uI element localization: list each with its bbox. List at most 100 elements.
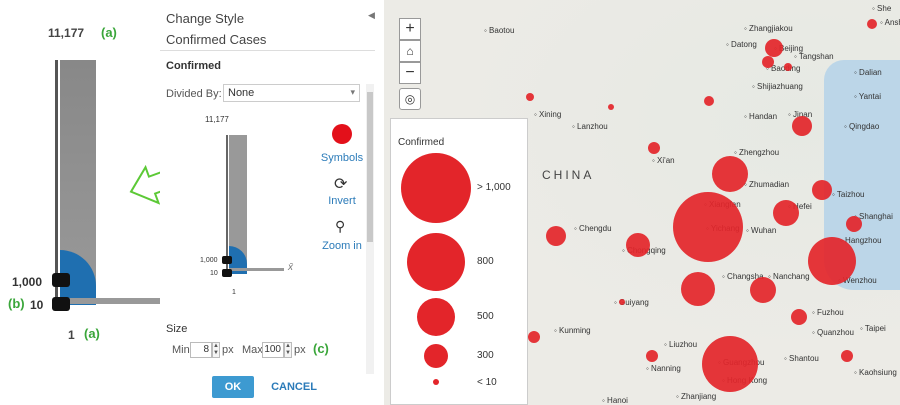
city-label: ◦ Shijiazhuang xyxy=(752,82,803,91)
zoom-axis-line xyxy=(55,60,58,300)
legend-title: Confirmed xyxy=(398,137,445,148)
case-bubble[interactable] xyxy=(846,216,862,232)
scrollbar-thumb[interactable] xyxy=(367,92,373,242)
legend-symbol xyxy=(401,153,471,223)
city-label: ◦ Dalian xyxy=(854,68,882,77)
case-bubble[interactable] xyxy=(750,277,776,303)
city-label: ◦ Xi'an xyxy=(652,156,675,165)
slider-handle-upper[interactable] xyxy=(222,256,232,264)
invert-icon[interactable]: ⟳ xyxy=(334,174,347,194)
slider-axis xyxy=(226,135,228,275)
case-bubble[interactable] xyxy=(704,96,714,106)
case-bubble[interactable] xyxy=(808,237,856,285)
collapse-icon[interactable]: ◀ xyxy=(368,10,375,21)
zoomed-slider-annotation: 11,177 (a) x̄ 1,000 (b) 10 1 (a) xyxy=(0,0,191,405)
zoom-min-marker: (a) xyxy=(84,326,100,341)
zoom-in-button[interactable]: + xyxy=(399,18,421,40)
case-bubble[interactable] xyxy=(812,180,832,200)
case-bubble[interactable] xyxy=(681,272,715,306)
symbols-button[interactable]: Symbols xyxy=(318,152,366,164)
size-label: Size xyxy=(166,323,188,335)
city-label: ◦ Kaohsiung xyxy=(854,368,897,377)
case-bubble[interactable] xyxy=(792,116,812,136)
case-bubble[interactable] xyxy=(648,142,660,154)
case-bubble[interactable] xyxy=(702,336,758,392)
zoom-in-icon[interactable]: ⚲ xyxy=(335,218,345,235)
max-size-label: Max xyxy=(242,344,263,356)
cancel-button[interactable]: CANCEL xyxy=(266,376,322,398)
case-bubble[interactable] xyxy=(673,192,743,262)
city-label: ◦ Nanning xyxy=(646,364,681,373)
city-label: ◦ Zhangjiakou xyxy=(744,24,793,33)
city-label: ◦ Tangshan xyxy=(794,52,834,61)
city-label: ◦ Taizhou xyxy=(832,190,865,199)
min-size-label: Min xyxy=(172,344,190,356)
city-label: ◦ Chengdu xyxy=(574,224,612,233)
legend-symbol xyxy=(433,379,439,385)
legend-label: 800 xyxy=(477,256,494,267)
zoom-low-label: 10 xyxy=(30,298,44,312)
city-label: ◦ Zhumadian xyxy=(744,180,790,189)
min-size-input[interactable]: 8 xyxy=(190,342,212,358)
city-label: ◦ Lanzhou xyxy=(572,122,608,131)
case-bubble[interactable] xyxy=(646,350,658,362)
divided-by-select[interactable]: None ▾ xyxy=(223,84,360,102)
size-annotation-marker: (c) xyxy=(313,341,329,356)
city-label: ◦ Quanzhou xyxy=(812,328,854,337)
max-size-input[interactable]: 100 xyxy=(262,342,284,358)
zoom-xbar-line xyxy=(60,298,160,304)
city-label: ◦ She xyxy=(872,4,892,13)
case-bubble[interactable] xyxy=(608,104,614,110)
city-label: ◦ Taipei xyxy=(860,324,886,333)
change-style-panel: Change Style ◀ Confirmed Cases Confirmed… xyxy=(160,0,380,405)
zoom-handle-lower[interactable] xyxy=(52,297,70,311)
case-bubble[interactable] xyxy=(526,93,534,101)
zoom-in-button[interactable]: Zoom in xyxy=(318,240,366,252)
zoom-mid-label: 1,000 xyxy=(12,275,43,289)
legend-label: > 1,000 xyxy=(477,182,511,193)
chevron-down-icon: ▾ xyxy=(350,87,355,97)
case-bubble[interactable] xyxy=(619,299,625,305)
case-bubble[interactable] xyxy=(841,350,853,362)
city-label: ◦ Liuzhou xyxy=(664,340,698,349)
city-label: ◦ Wuhan xyxy=(746,226,777,235)
invert-button[interactable]: Invert xyxy=(318,195,366,207)
symbols-icon[interactable] xyxy=(332,124,352,144)
legend-panel: Confirmed > 1,000 800 500 300 < 10 xyxy=(390,118,528,405)
zoom-max-marker: (a) xyxy=(101,25,117,40)
city-label: ◦ Qingdao xyxy=(844,122,880,131)
zoom-out-button[interactable]: − xyxy=(399,62,421,84)
legend-symbol xyxy=(417,298,455,336)
slider-xbar-label: x̄ xyxy=(288,262,293,273)
legend-label: 300 xyxy=(477,350,494,361)
slider-max-label: 11,177 xyxy=(205,115,229,124)
panel-subtitle: Confirmed Cases xyxy=(166,32,267,47)
case-bubble[interactable] xyxy=(712,156,748,192)
city-label: ◦ Yantai xyxy=(854,92,882,101)
case-bubble[interactable] xyxy=(784,63,792,71)
case-bubble[interactable] xyxy=(762,56,774,68)
scrollbar[interactable] xyxy=(366,84,374,374)
case-bubble[interactable] xyxy=(546,226,566,246)
city-label: ◦ Zhanjiang xyxy=(676,392,717,401)
case-bubble[interactable] xyxy=(773,200,799,226)
min-size-stepper[interactable]: ▲ ▼ xyxy=(212,342,220,358)
city-label: ◦ Baotou xyxy=(484,26,515,35)
case-bubble[interactable] xyxy=(791,309,807,325)
city-label: ◦ Ansha xyxy=(880,18,900,27)
slider-mid-label: 1,000 xyxy=(200,257,218,264)
case-bubble[interactable] xyxy=(528,331,540,343)
zoom-handle-upper[interactable] xyxy=(52,273,70,287)
home-icon[interactable]: ⌂ xyxy=(399,40,421,62)
legend-symbol xyxy=(407,233,465,291)
city-label: ◦ Xining xyxy=(534,110,562,119)
ok-button[interactable]: OK xyxy=(212,376,254,398)
case-bubble[interactable] xyxy=(765,39,783,57)
case-bubble[interactable] xyxy=(867,19,877,29)
legend-symbol xyxy=(424,344,448,368)
max-size-stepper[interactable]: ▲ ▼ xyxy=(284,342,292,358)
locate-icon[interactable]: ◎ xyxy=(399,88,421,110)
divider xyxy=(160,50,375,51)
case-bubble[interactable] xyxy=(626,233,650,257)
slider-handle-lower[interactable] xyxy=(222,269,232,277)
